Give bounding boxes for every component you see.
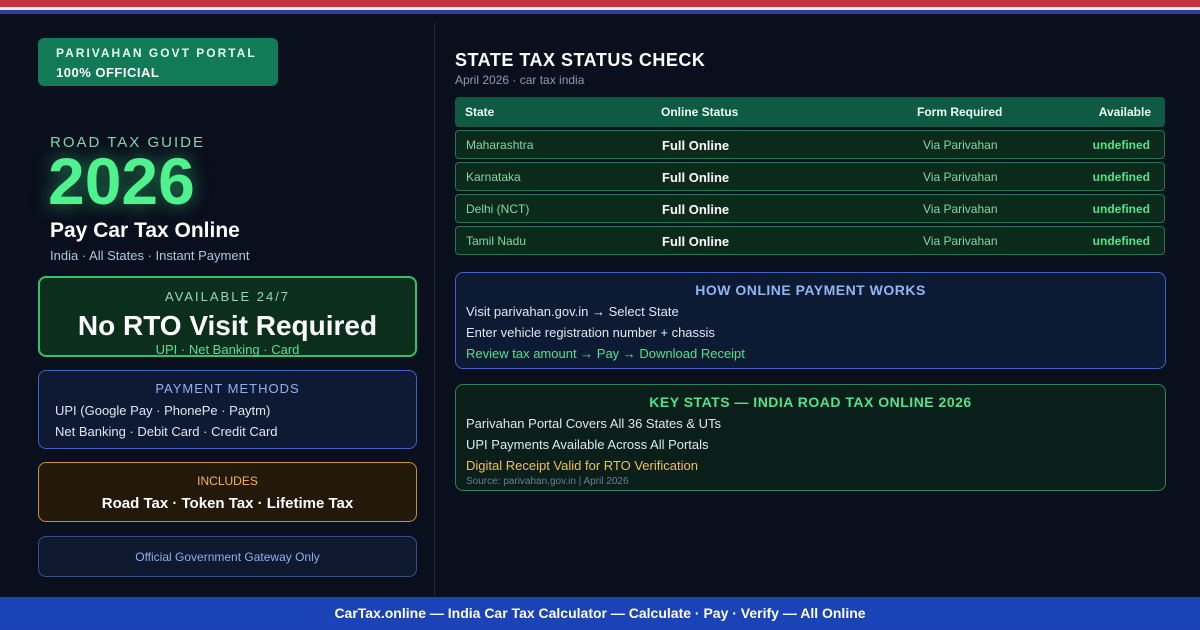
column-header-available: Available — [1098, 105, 1151, 119]
payment-methods-line: UPI (Google Pay · PhonePe · Paytm) — [55, 403, 271, 418]
key-stats-title: KEY STATS — INDIA ROAD TAX ONLINE 2026 — [649, 394, 972, 410]
cell-online-status: Full Online — [662, 170, 730, 185]
column-header-form-required: Form Required — [917, 105, 1003, 119]
includes-title: INCLUDES — [197, 474, 258, 488]
page-headline: Pay Car Tax Online — [50, 219, 240, 242]
table-row: Maharashtra Full Online Via Parivahan un… — [455, 130, 1165, 159]
flag-stripe — [0, 0, 1200, 14]
cell-available: undefined — [1092, 138, 1150, 152]
how-it-works-panel: HOW ONLINE PAYMENT WORKS Visit parivahan… — [455, 272, 1166, 369]
key-stat: Digital Receipt Valid for RTO Verificati… — [466, 458, 698, 473]
cell-online-status: Full Online — [662, 234, 730, 249]
cell-online-status: Full Online — [662, 138, 730, 153]
availability-card: AVAILABLE 24/7 No RTO Visit Required UPI… — [38, 276, 417, 357]
cell-form-required: Via Parivahan — [923, 234, 998, 248]
cell-available: undefined — [1092, 234, 1150, 248]
column-header-state: State — [465, 105, 495, 119]
badge-title: PARIVAHAN GOVT PORTAL — [56, 46, 257, 60]
cell-available: undefined — [1092, 170, 1150, 184]
includes-card: INCLUDES Road Tax · Token Tax · Lifetime… — [38, 462, 417, 522]
availability-headline: No RTO Visit Required — [77, 310, 378, 341]
key-stats-source: Source: parivahan.gov.in | April 2026 — [466, 476, 629, 487]
key-stat: Parivahan Portal Covers All 36 States & … — [466, 416, 722, 431]
cell-state: Tamil Nadu — [466, 234, 527, 248]
availability-methods: UPI · Net Banking · Card — [155, 342, 300, 357]
cell-state: Maharashtra — [466, 138, 534, 152]
availability-label: AVAILABLE 24/7 — [164, 289, 291, 304]
gateway-note: Official Government Gateway Only — [135, 550, 320, 564]
year-heading: 2026 — [48, 144, 195, 218]
how-it-works-step: Enter vehicle registration number + chas… — [466, 325, 715, 340]
portal-badge: PARIVAHAN GOVT PORTAL 100% OFFICIAL — [38, 38, 278, 86]
cell-state: Delhi (NCT) — [466, 202, 530, 216]
table-header: State Online Status Form Required Availa… — [455, 97, 1165, 127]
status-check-subtitle: April 2026 · car tax india — [455, 73, 585, 87]
payment-methods-line: Net Banking · Debit Card · Credit Card — [55, 424, 278, 439]
includes-value: Road Tax · Token Tax · Lifetime Tax — [101, 495, 354, 512]
key-stats-panel: KEY STATS — INDIA ROAD TAX ONLINE 2026 P… — [455, 384, 1166, 491]
table-row: Delhi (NCT) Full Online Via Parivahan un… — [455, 194, 1165, 223]
status-check-title: STATE TAX STATUS CHECK — [455, 50, 706, 70]
cell-available: undefined — [1092, 202, 1150, 216]
how-it-works-step: Visit parivahan.gov.in → Select State — [466, 304, 679, 319]
badge-subtitle: 100% OFFICIAL — [56, 65, 160, 80]
cell-form-required: Via Parivahan — [923, 170, 998, 184]
column-header-online-status: Online Status — [661, 105, 739, 119]
how-it-works-step: Review tax amount → Pay → Download Recei… — [466, 346, 745, 361]
key-stat: UPI Payments Available Across All Portal… — [466, 437, 709, 452]
payment-methods-title: PAYMENT METHODS — [155, 381, 300, 396]
cell-online-status: Full Online — [662, 202, 730, 217]
footer-banner: CarTax.online — India Car Tax Calculator… — [0, 597, 1200, 630]
how-it-works-title: HOW ONLINE PAYMENT WORKS — [695, 282, 926, 298]
gateway-note-card: Official Government Gateway Only — [38, 536, 417, 577]
cell-form-required: Via Parivahan — [923, 138, 998, 152]
table-row: Tamil Nadu Full Online Via Parivahan und… — [455, 226, 1165, 255]
cell-state: Karnataka — [466, 170, 521, 184]
table-row: Karnataka Full Online Via Parivahan unde… — [455, 162, 1165, 191]
cell-form-required: Via Parivahan — [923, 202, 998, 216]
page-subline: India · All States · Instant Payment — [50, 248, 250, 263]
payment-methods-card: PAYMENT METHODS UPI (Google Pay · PhoneP… — [38, 370, 417, 449]
column-divider — [434, 22, 435, 596]
